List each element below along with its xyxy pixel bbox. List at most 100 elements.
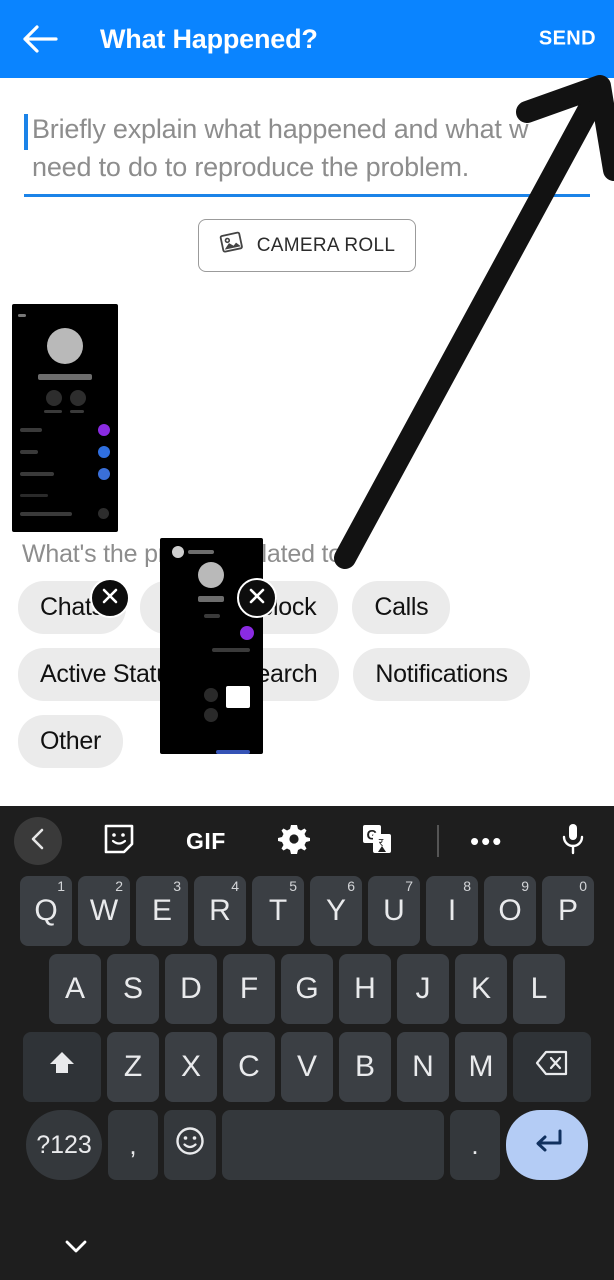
remove-attachment-1-button[interactable]	[90, 578, 130, 618]
description-placeholder-line-2: need to do to reproduce the problem.	[32, 152, 470, 182]
sticker-icon	[102, 822, 136, 861]
close-icon	[99, 585, 121, 612]
key-c[interactable]: C	[223, 1032, 275, 1102]
key-label: W	[89, 894, 119, 927]
key-f[interactable]: F	[223, 954, 275, 1024]
period-key[interactable]: .	[450, 1110, 500, 1180]
keyboard-row-3: Z X C V B N M	[4, 1032, 610, 1102]
backspace-icon	[535, 1050, 569, 1084]
keyboard-rows: Q1 W2 E3 R4 T5 Y6 U7 I8 O9 P0 A S D F G …	[0, 876, 614, 1180]
key-label: T	[268, 894, 288, 927]
key-d[interactable]: D	[165, 954, 217, 1024]
send-button[interactable]: SEND	[539, 28, 596, 51]
key-b[interactable]: B	[339, 1032, 391, 1102]
page-title: What Happened?	[100, 23, 318, 54]
key-o[interactable]: O9	[484, 876, 536, 946]
chip-notifications[interactable]: Notifications	[353, 648, 530, 701]
key-superscript: 9	[521, 878, 529, 894]
enter-key[interactable]	[506, 1110, 588, 1180]
camera-roll-row: CAMERA ROLL	[0, 219, 614, 272]
key-superscript: 0	[579, 878, 587, 894]
key-superscript: 5	[289, 878, 297, 894]
shift-icon	[47, 1048, 77, 1086]
sticker-button[interactable]	[102, 822, 136, 861]
key-m[interactable]: M	[455, 1032, 507, 1102]
key-u[interactable]: U7	[368, 876, 420, 946]
key-superscript: 2	[115, 878, 123, 894]
collapse-toolbar-button[interactable]	[14, 817, 62, 865]
settings-button[interactable]	[278, 823, 310, 860]
toolbar-divider	[437, 825, 439, 857]
key-label: Y	[325, 894, 346, 927]
description-underline	[24, 194, 590, 197]
key-t[interactable]: T5	[252, 876, 304, 946]
key-superscript: 3	[173, 878, 181, 894]
attachment-thumbnail-1[interactable]	[12, 304, 118, 532]
key-j[interactable]: J	[397, 954, 449, 1024]
key-label: U	[383, 894, 405, 927]
key-superscript: 6	[347, 878, 355, 894]
key-superscript: 1	[57, 878, 65, 894]
translate-button[interactable]: G र	[360, 822, 394, 861]
keyboard-row-4: ?123 , .	[4, 1110, 610, 1180]
key-k[interactable]: K	[455, 954, 507, 1024]
chip-calls[interactable]: Calls	[352, 581, 451, 634]
key-superscript: 8	[463, 878, 471, 894]
keyboard-row-1: Q1 W2 E3 R4 T5 Y6 U7 I8 O9 P0	[4, 876, 610, 946]
app-root: What Happened? SEND Briefly explain what…	[0, 0, 614, 1280]
key-a[interactable]: A	[49, 954, 101, 1024]
description-placeholder: Briefly explain what happened and what w…	[24, 110, 590, 186]
more-options-button[interactable]: •••	[470, 828, 503, 854]
back-button[interactable]	[8, 0, 72, 78]
key-l[interactable]: L	[513, 954, 565, 1024]
key-h[interactable]: H	[339, 954, 391, 1024]
on-screen-keyboard: GIF G र ••• Q 1 W 2 E 3 R 4 T 5 Y 6 U 7 …	[0, 806, 614, 1280]
voice-input-button[interactable]	[560, 822, 586, 861]
key-s[interactable]: S	[107, 954, 159, 1024]
hide-keyboard-button[interactable]	[62, 1236, 90, 1261]
enter-return-icon	[530, 1127, 564, 1163]
google-translate-icon: G र	[360, 822, 394, 861]
arrow-left-icon	[22, 24, 58, 54]
camera-roll-button[interactable]: CAMERA ROLL	[197, 219, 417, 272]
symbols-key[interactable]: ?123	[26, 1110, 102, 1180]
key-z[interactable]: Z	[107, 1032, 159, 1102]
backspace-key[interactable]	[513, 1032, 591, 1102]
key-g[interactable]: G	[281, 954, 333, 1024]
key-x[interactable]: X	[165, 1032, 217, 1102]
chip-other[interactable]: Other	[18, 715, 124, 768]
space-key[interactable]	[222, 1110, 444, 1180]
comma-key[interactable]: ,	[108, 1110, 158, 1180]
photo-icon	[219, 230, 245, 261]
key-e[interactable]: E3	[136, 876, 188, 946]
key-superscript: 7	[405, 878, 413, 894]
emoji-key[interactable]	[164, 1110, 216, 1180]
key-label: P	[557, 894, 578, 927]
key-label: R	[209, 894, 231, 927]
key-y[interactable]: Y6	[310, 876, 362, 946]
key-r[interactable]: R4	[194, 876, 246, 946]
microphone-icon	[560, 822, 586, 861]
key-label: O	[498, 894, 522, 927]
problem-question: What's the problem related to?	[22, 540, 356, 568]
key-v[interactable]: V	[281, 1032, 333, 1102]
keyboard-row-2: A S D F G H J K L	[4, 954, 610, 1024]
gear-icon	[278, 823, 310, 860]
description-field[interactable]: Briefly explain what happened and what w…	[24, 110, 590, 197]
key-p[interactable]: P0	[542, 876, 594, 946]
gif-button[interactable]: GIF	[186, 828, 226, 855]
key-label: E	[151, 894, 172, 927]
key-q[interactable]: Q1	[20, 876, 72, 946]
chevron-down-icon	[62, 1240, 90, 1260]
emoji-smiley-icon	[174, 1125, 206, 1165]
remove-attachment-2-button[interactable]	[237, 578, 277, 618]
text-caret	[24, 114, 28, 150]
shift-key[interactable]	[23, 1032, 101, 1102]
chip-row-3: Other	[10, 715, 606, 768]
camera-roll-label: CAMERA ROLL	[256, 234, 396, 256]
key-w[interactable]: W2	[78, 876, 130, 946]
key-i[interactable]: I8	[426, 876, 478, 946]
attachment-list	[0, 294, 614, 754]
attachment-thumbnail-2[interactable]	[160, 538, 263, 754]
key-n[interactable]: N	[397, 1032, 449, 1102]
